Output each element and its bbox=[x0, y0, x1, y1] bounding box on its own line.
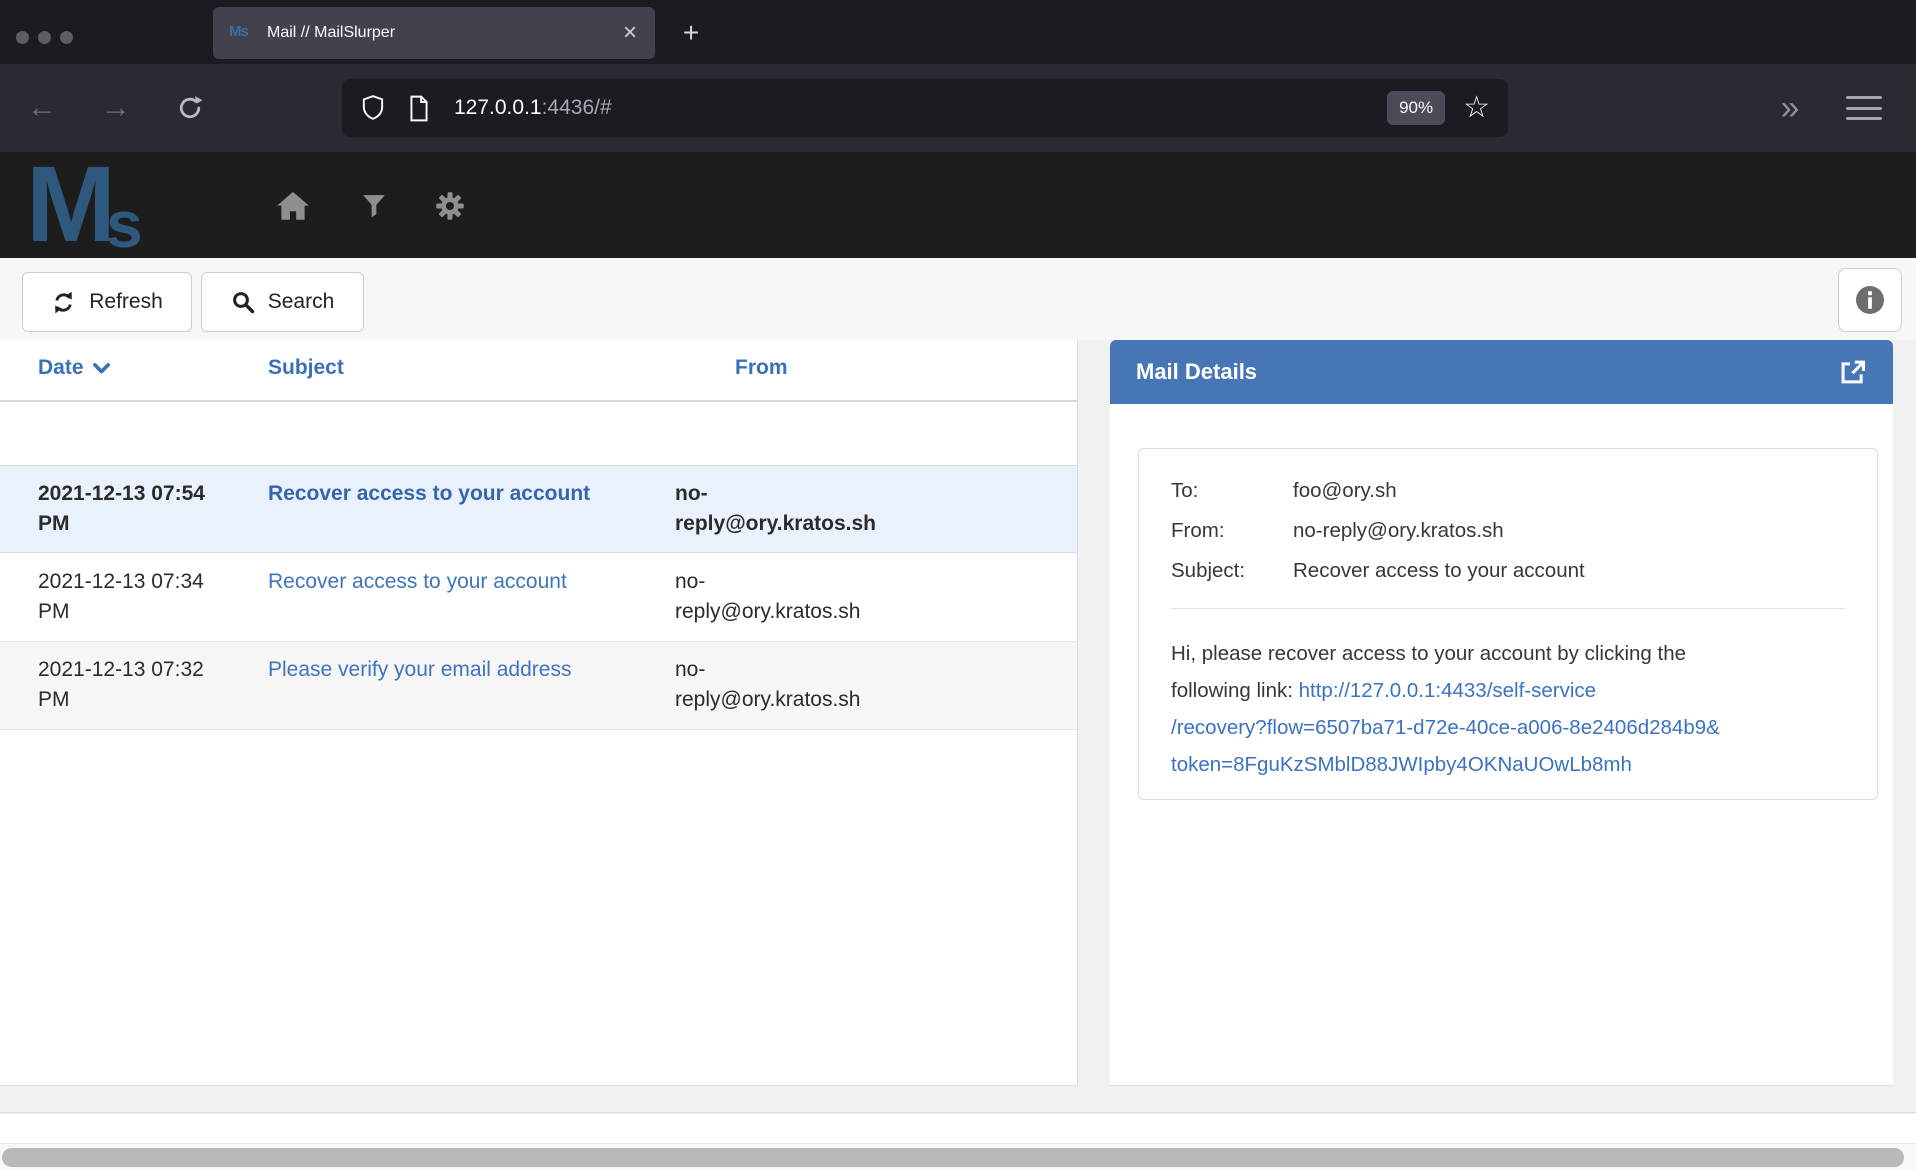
mail-subject-link[interactable]: Please verify your email address bbox=[268, 655, 698, 685]
mail-from: no-reply@ory.kratos.sh bbox=[675, 479, 883, 539]
forward-button[interactable]: → bbox=[90, 64, 142, 152]
filter-icon[interactable] bbox=[356, 188, 392, 224]
toolbar-overflow-icon[interactable]: » bbox=[1760, 64, 1820, 152]
url-bar[interactable]: 127.0.0.1:4436/# 90% ☆ bbox=[342, 79, 1508, 137]
gear-icon[interactable] bbox=[432, 188, 468, 224]
mail-details-title: Mail Details bbox=[1136, 359, 1839, 385]
meta-row-subject: Subject: Recover access to your account bbox=[1171, 557, 1845, 584]
new-tab-button[interactable]: + bbox=[672, 14, 710, 52]
search-label: Search bbox=[268, 290, 335, 314]
mail-date: 2021-12-13 07:54 PM bbox=[38, 479, 223, 539]
body-line2-prefix: following link: bbox=[1171, 679, 1299, 702]
bookmark-star-icon[interactable]: ☆ bbox=[1463, 93, 1490, 123]
browser-url-toolbar: ← → 127.0.0.1:4436/# 90% ☆ » bbox=[0, 64, 1916, 152]
refresh-button[interactable]: Refresh bbox=[22, 272, 192, 332]
to-label: To: bbox=[1171, 477, 1293, 504]
back-button[interactable]: ← bbox=[16, 64, 68, 152]
mailslurper-logo[interactable]: Ms bbox=[26, 154, 143, 258]
subject-label: Subject: bbox=[1171, 557, 1293, 584]
browser-tab[interactable]: Ms Mail // MailSlurper × bbox=[213, 7, 655, 59]
horizontal-scrollbar[interactable] bbox=[0, 1143, 1916, 1170]
info-icon bbox=[1854, 284, 1886, 316]
url-suffix: :4436/# bbox=[542, 96, 612, 119]
info-button[interactable] bbox=[1838, 268, 1902, 332]
mail-row[interactable]: 2021-12-13 07:32 PM Please verify your e… bbox=[0, 642, 1077, 730]
from-value: no-reply@ory.kratos.sh bbox=[1293, 517, 1504, 544]
mail-row[interactable]: 2021-12-13 07:34 PM Recover access to yo… bbox=[0, 554, 1077, 642]
page-info-icon[interactable] bbox=[408, 95, 430, 122]
mail-date: 2021-12-13 07:34 PM bbox=[38, 567, 223, 627]
search-button[interactable]: Search bbox=[201, 272, 364, 332]
from-label: From: bbox=[1171, 517, 1293, 544]
footer-gap bbox=[0, 1086, 1916, 1113]
to-value: foo@ory.sh bbox=[1293, 477, 1397, 504]
tab-title: Mail // MailSlurper bbox=[267, 24, 621, 42]
mailslurper-navbar: Ms bbox=[0, 152, 1916, 258]
refresh-label: Refresh bbox=[89, 290, 163, 314]
zoom-level-badge[interactable]: 90% bbox=[1387, 91, 1445, 125]
action-toolbar: Refresh Search bbox=[0, 258, 1916, 340]
shield-icon[interactable] bbox=[360, 94, 386, 122]
open-external-icon[interactable] bbox=[1839, 358, 1867, 386]
reload-icon bbox=[176, 94, 204, 122]
meta-row-from: From: no-reply@ory.kratos.sh bbox=[1171, 517, 1845, 544]
body-line1: Hi, please recover access to your accoun… bbox=[1171, 635, 1845, 672]
browser-tab-bar: Ms Mail // MailSlurper × + bbox=[0, 0, 1916, 64]
mailslurper-favicon-icon: Ms bbox=[229, 23, 255, 43]
column-header-subject[interactable]: Subject bbox=[268, 356, 344, 380]
window-control-dots[interactable] bbox=[16, 31, 73, 44]
sort-descending-icon bbox=[93, 363, 110, 374]
mail-subject-link[interactable]: Recover access to your account bbox=[268, 479, 698, 509]
mail-details-card: To: foo@ory.sh From: no-reply@ory.kratos… bbox=[1138, 448, 1878, 800]
tab-close-icon[interactable]: × bbox=[621, 21, 639, 45]
column-header-date[interactable]: Date bbox=[38, 356, 110, 380]
reload-button[interactable] bbox=[164, 64, 216, 152]
subject-value: Recover access to your account bbox=[1293, 557, 1585, 584]
mail-row-selected[interactable]: 2021-12-13 07:54 PM Recover access to yo… bbox=[0, 465, 1077, 553]
hamburger-menu-icon[interactable] bbox=[1842, 94, 1886, 122]
footer-strip bbox=[0, 1114, 1916, 1143]
mail-date: 2021-12-13 07:32 PM bbox=[38, 655, 223, 715]
mail-list-panel: Date Subject From 2021-12-13 07:54 PM Re… bbox=[0, 340, 1078, 1086]
mail-from: no-reply@ory.kratos.sh bbox=[675, 655, 883, 715]
mail-from: no-reply@ory.kratos.sh bbox=[675, 567, 883, 627]
search-icon bbox=[231, 290, 255, 314]
mail-subject-link[interactable]: Recover access to your account bbox=[268, 567, 698, 597]
main-content: Date Subject From 2021-12-13 07:54 PM Re… bbox=[0, 340, 1916, 1086]
meta-row-to: To: foo@ory.sh bbox=[1171, 477, 1845, 504]
mail-details-heading: Mail Details bbox=[1110, 340, 1893, 404]
scrollbar-thumb[interactable] bbox=[2, 1148, 1904, 1167]
column-header-from[interactable]: From bbox=[735, 356, 788, 380]
url-host: 127.0.0.1 bbox=[454, 96, 542, 119]
mail-list-header: Date Subject From bbox=[0, 340, 1077, 402]
mail-details-panel: Mail Details To: foo@ory.sh From: no-rep… bbox=[1110, 340, 1893, 1086]
refresh-icon bbox=[51, 290, 76, 315]
home-icon[interactable] bbox=[275, 188, 311, 224]
card-divider bbox=[1171, 608, 1845, 609]
mail-body-text: Hi, please recover access to your accoun… bbox=[1171, 635, 1845, 783]
url-text[interactable]: 127.0.0.1:4436/# bbox=[454, 96, 1387, 120]
